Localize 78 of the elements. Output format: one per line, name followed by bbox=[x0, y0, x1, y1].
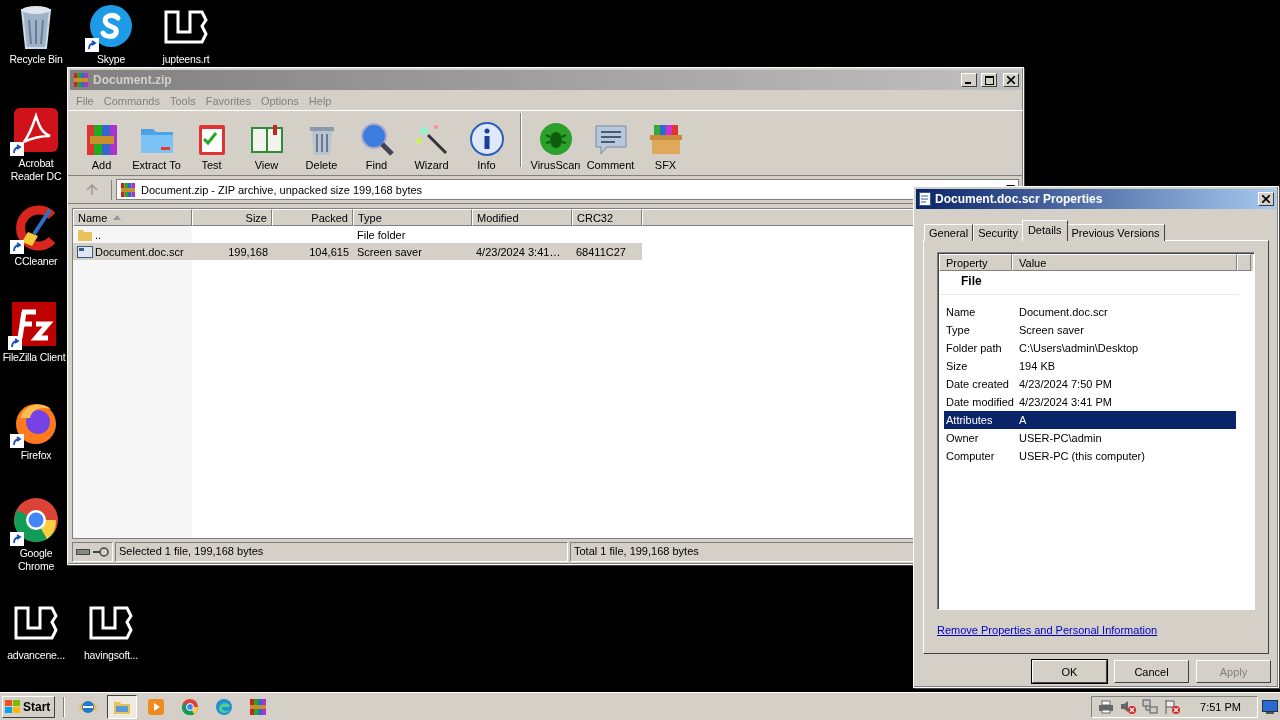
file-name: .. bbox=[95, 228, 102, 241]
column-header[interactable]: Value bbox=[1012, 254, 1237, 271]
desktop-icon-label[interactable]: Skype bbox=[96, 53, 126, 66]
property-row[interactable]: Date created 4/23/2024 7:50 PM bbox=[944, 375, 1236, 393]
property-value: A bbox=[1019, 414, 1027, 426]
property-value: USER-PC\admin bbox=[1019, 432, 1102, 444]
property-name: Size bbox=[946, 360, 969, 372]
toolbar-button[interactable]: View bbox=[239, 121, 294, 171]
list-row[interactable]: .. File folder bbox=[73, 226, 642, 243]
column-header[interactable]: Property bbox=[939, 254, 1012, 271]
property-name: Name bbox=[946, 306, 977, 318]
toolbar-button[interactable]: Delete bbox=[294, 121, 349, 171]
table-cell-text: Screen saver bbox=[356, 245, 423, 258]
toolbar-button[interactable]: SFX bbox=[638, 121, 693, 171]
table-cell-text: 4/23/2024 3:41… bbox=[475, 245, 562, 258]
property-name: Computer bbox=[946, 450, 996, 462]
property-name: Date modified bbox=[946, 396, 1015, 408]
property-value: Screen saver bbox=[1019, 324, 1084, 336]
desktop-icon-label[interactable]: CCleaner bbox=[14, 255, 58, 268]
toolbar-button[interactable]: Comment bbox=[583, 121, 638, 171]
property-row[interactable]: Owner USER-PC\admin bbox=[944, 429, 1236, 447]
property-value: 194 KB bbox=[1019, 360, 1056, 372]
property-row[interactable]: Folder path C:\Users\admin\Desktop bbox=[944, 339, 1236, 357]
property-name: Date created bbox=[946, 378, 1010, 390]
dialog-button[interactable]: Cancel bbox=[1114, 660, 1189, 683]
property-value: 4/23/2024 7:50 PM bbox=[1019, 378, 1112, 390]
toolbar-button[interactable]: Add bbox=[74, 121, 129, 171]
desktop-icon-label[interactable]: Recycle Bin bbox=[9, 53, 63, 66]
desktop-icon-label[interactable]: havingsoft... bbox=[84, 649, 138, 662]
tab[interactable]: Previous Versions bbox=[1066, 224, 1165, 241]
desktop-icon-label[interactable]: Acrobat Reader DC bbox=[3, 157, 69, 183]
table-cell-text: 68411C27 bbox=[575, 245, 627, 258]
desktop-icon-label[interactable]: Google Chrome bbox=[3, 547, 69, 573]
selected-row[interactable]: Attributes A bbox=[944, 411, 1236, 429]
column-header[interactable]: Modified bbox=[472, 209, 572, 226]
property-name: Owner bbox=[946, 432, 980, 444]
tab[interactable]: General bbox=[924, 224, 974, 241]
table-cell-text: File folder bbox=[356, 228, 407, 241]
property-value: USER-PC (this computer) bbox=[1019, 450, 1145, 462]
toolbar-button[interactable]: Wizard bbox=[404, 121, 459, 171]
file-name: Document.doc.scr bbox=[95, 245, 184, 258]
property-name: Type bbox=[946, 324, 971, 336]
start-button[interactable]: Start bbox=[2, 695, 56, 718]
group-heading: File bbox=[961, 274, 982, 288]
toolbar-button[interactable]: Info bbox=[459, 121, 514, 171]
table-cell-text: 104,615 bbox=[308, 245, 350, 258]
property-name: Folder path bbox=[946, 342, 1003, 354]
status-text: Selected 1 file, 199,168 bytes bbox=[115, 542, 568, 562]
property-value: C:\Users\admin\Desktop bbox=[1019, 342, 1139, 354]
property-value: 4/23/2024 3:41 PM bbox=[1019, 396, 1112, 408]
property-row[interactable]: Name Document.doc.scr bbox=[944, 303, 1236, 321]
property-row[interactable]: Size 194 KB bbox=[944, 357, 1236, 375]
property-value: Document.doc.scr bbox=[1019, 306, 1108, 318]
desktop-icon-label[interactable]: jupteens.rt bbox=[162, 53, 210, 66]
dialog-button[interactable]: OK bbox=[1032, 660, 1107, 683]
toolbar-button[interactable]: Find bbox=[349, 121, 404, 171]
remove-properties-link[interactable]: Remove Properties and Personal Information bbox=[937, 624, 1158, 636]
column-header[interactable]: Type bbox=[353, 209, 472, 226]
tab[interactable]: Details bbox=[1021, 220, 1068, 241]
column-header[interactable]: Size bbox=[192, 209, 272, 226]
desktop-icon-label[interactable]: Firefox bbox=[20, 449, 52, 462]
property-row[interactable]: Date modified 4/23/2024 3:41 PM bbox=[944, 393, 1236, 411]
tab[interactable]: Security bbox=[973, 224, 1023, 241]
clock: 7:51 PM bbox=[1200, 700, 1241, 713]
column-header[interactable]: Packed bbox=[272, 209, 353, 226]
selected-row[interactable]: Document.doc.scr 199,168 104,615 Screen saver 4/23/2024 3:41… 68411C27 bbox=[73, 243, 642, 260]
column-header[interactable]: CRC32 bbox=[572, 209, 642, 226]
property-name: Attributes bbox=[946, 414, 994, 426]
toolbar-button[interactable]: Extract To bbox=[129, 121, 184, 171]
property-row[interactable]: Type Screen saver bbox=[944, 321, 1236, 339]
property-row[interactable]: Computer USER-PC (this computer) bbox=[944, 447, 1236, 465]
table-cell-text: 199,168 bbox=[227, 245, 269, 258]
desktop-icon-label[interactable]: advancene... bbox=[7, 649, 65, 662]
toolbar-button[interactable]: Test bbox=[184, 121, 239, 171]
desktop-icon-label[interactable]: FileZilla Client bbox=[2, 351, 66, 364]
column-header[interactable]: Name bbox=[73, 209, 192, 226]
toolbar-button[interactable]: VirusScan bbox=[528, 121, 583, 171]
window-title: Document.zip bbox=[93, 73, 173, 87]
